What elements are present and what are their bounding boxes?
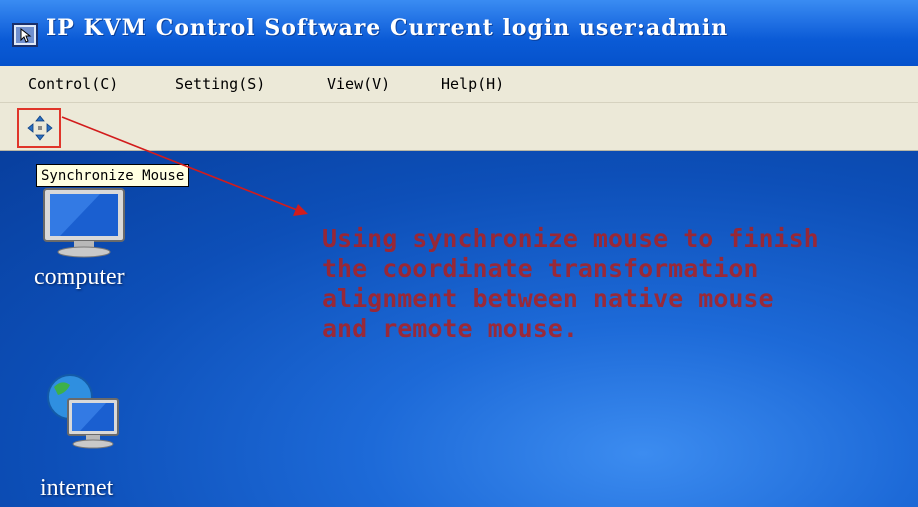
title-bar: IP KVM Control Software Current login us…: [0, 0, 918, 66]
internet-icon-label: internet: [40, 475, 114, 501]
synchronize-mouse-tooltip: Synchronize Mouse: [36, 164, 190, 187]
annotation-line: Using synchronize mouse to finish: [322, 224, 819, 253]
move-arrows-icon: [27, 115, 53, 141]
window-title: IP KVM Control Software Current login us…: [46, 15, 729, 41]
menu-control[interactable]: Control(C): [28, 75, 118, 93]
menu-bar: Control(C) Setting(S) View(V) Help(H): [0, 66, 918, 103]
computer-monitor-icon[interactable]: [40, 183, 130, 258]
synchronize-mouse-button[interactable]: [17, 108, 61, 148]
toolbar: [0, 103, 918, 152]
menu-view[interactable]: View(V): [327, 75, 390, 93]
annotation-text: Using synchronize mouse to finish the coo…: [322, 224, 918, 344]
app-icon: [12, 23, 38, 47]
annotation-line: alignment between native mouse: [322, 284, 774, 313]
computer-icon-label: computer: [34, 264, 125, 290]
menu-help[interactable]: Help(H): [441, 75, 504, 93]
menu-setting[interactable]: Setting(S): [175, 75, 265, 93]
annotation-line: and remote mouse.: [322, 314, 578, 343]
globe-monitor-icon[interactable]: [40, 371, 130, 451]
annotation-line: the coordinate transformation: [322, 254, 759, 283]
